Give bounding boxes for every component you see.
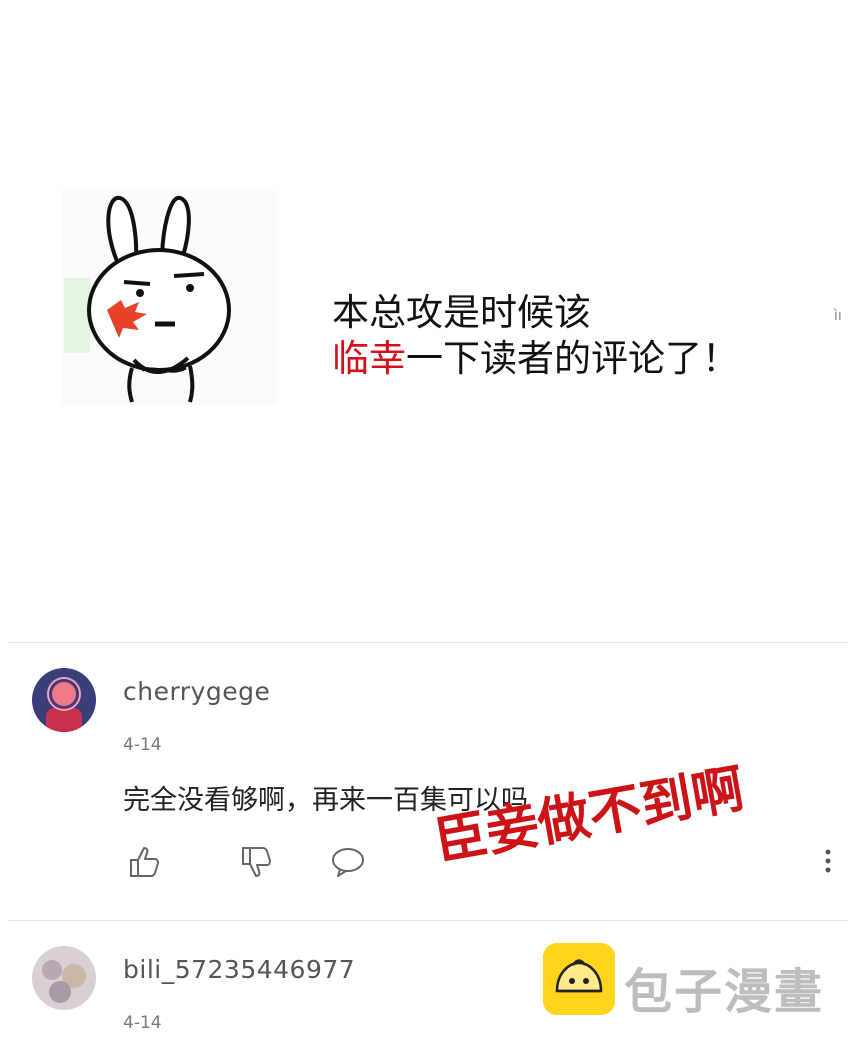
avatar[interactable] xyxy=(32,946,96,1010)
comment-divider xyxy=(8,920,848,921)
banner-highlight-word: 临幸 xyxy=(332,337,406,381)
comment-username[interactable]: cherrygege xyxy=(123,677,270,706)
banner-line-1: 本总攻是时候该 xyxy=(332,291,591,334)
comment-username[interactable]: bili_57235446977 xyxy=(123,955,355,984)
bunny-sticker xyxy=(62,190,277,405)
thumbs-down-icon[interactable] xyxy=(239,844,275,880)
comment-date: 4-14 xyxy=(123,1013,162,1033)
comment-date: 4-14 xyxy=(123,735,162,755)
more-icon[interactable] xyxy=(821,844,835,880)
bun-logo-icon xyxy=(543,943,615,1015)
watermark-brand: 包子漫畫 xyxy=(624,964,825,1020)
edge-scribble: ìı xyxy=(834,308,842,324)
section-divider xyxy=(8,642,848,643)
thumbs-up-icon[interactable] xyxy=(127,844,163,880)
avatar-image xyxy=(32,668,96,732)
banner-headline: 本总攻是时候该 临幸一下读者的评论了！ xyxy=(332,290,739,383)
avatar-image xyxy=(32,946,96,1010)
overlay-caption: 臣妾做不到啊 xyxy=(430,759,749,873)
banner-line-2-rest: 一下读者的评论了！ xyxy=(406,337,739,381)
avatar[interactable] xyxy=(32,668,96,732)
banner-line-2: 临幸一下读者的评论了！ xyxy=(332,336,739,382)
reply-bubble-icon[interactable] xyxy=(330,844,366,880)
